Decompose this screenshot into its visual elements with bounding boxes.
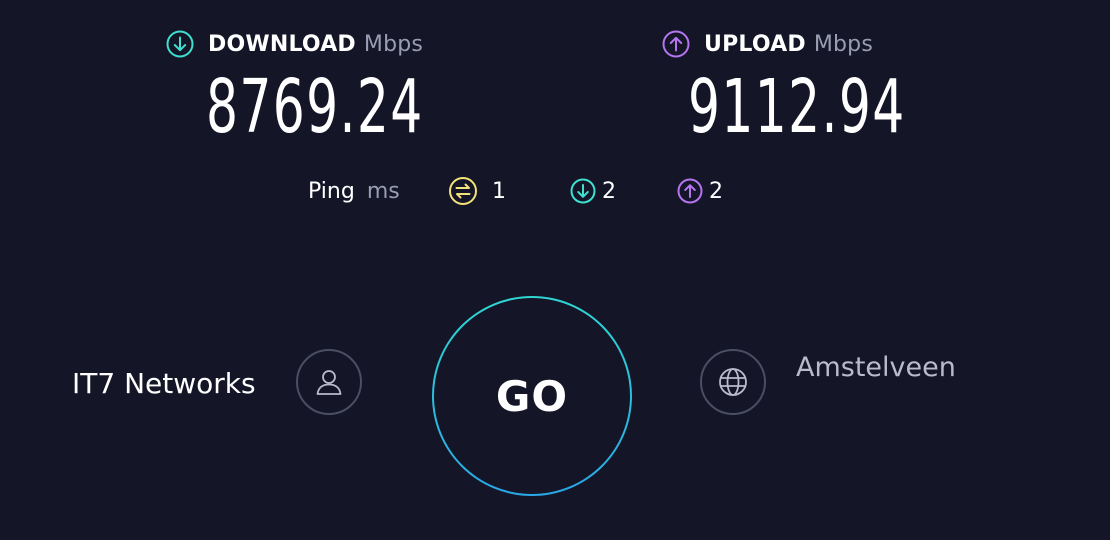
ping-download: 2: [570, 178, 616, 204]
ping-upload: 2: [677, 178, 723, 204]
download-arrow-icon: [166, 30, 194, 58]
speedtest-app: DOWNLOAD Mbps 8769.24 UPLOAD Mbps 9112.9…: [0, 0, 1110, 540]
change-server-button[interactable]: [700, 349, 766, 415]
download-unit: Mbps: [363, 31, 424, 57]
user-icon: [316, 370, 342, 395]
download-speed-value: 8769.24: [206, 64, 424, 150]
ping-idle-icon: [449, 177, 477, 205]
ping-upload-icon: [677, 178, 703, 204]
download-header: DOWNLOAD Mbps: [166, 30, 423, 58]
ping-idle: 1: [448, 176, 506, 206]
go-button-label: GO: [495, 371, 569, 421]
ping-unit: ms: [366, 178, 400, 204]
upload-header: UPLOAD Mbps: [662, 30, 873, 58]
ping-label: Ping: [308, 178, 355, 204]
server-name: Amstelveen: [796, 352, 956, 383]
upload-label: UPLOAD: [704, 31, 806, 57]
provider-name: IT7 Networks: [72, 367, 256, 400]
ping-row: Ping ms: [308, 176, 400, 206]
ping-download-icon: [570, 178, 596, 204]
download-label: DOWNLOAD: [208, 31, 356, 57]
go-button[interactable]: GO: [432, 296, 632, 496]
globe-icon: [719, 368, 747, 396]
ping-idle-value: 1: [492, 178, 506, 204]
ping-download-value: 2: [602, 178, 616, 204]
ping-upload-value: 2: [709, 178, 723, 204]
upload-speed-value: 9112.94: [688, 64, 906, 150]
upload-arrow-icon: [662, 30, 690, 58]
change-provider-button[interactable]: [296, 349, 362, 415]
upload-unit: Mbps: [813, 31, 874, 57]
